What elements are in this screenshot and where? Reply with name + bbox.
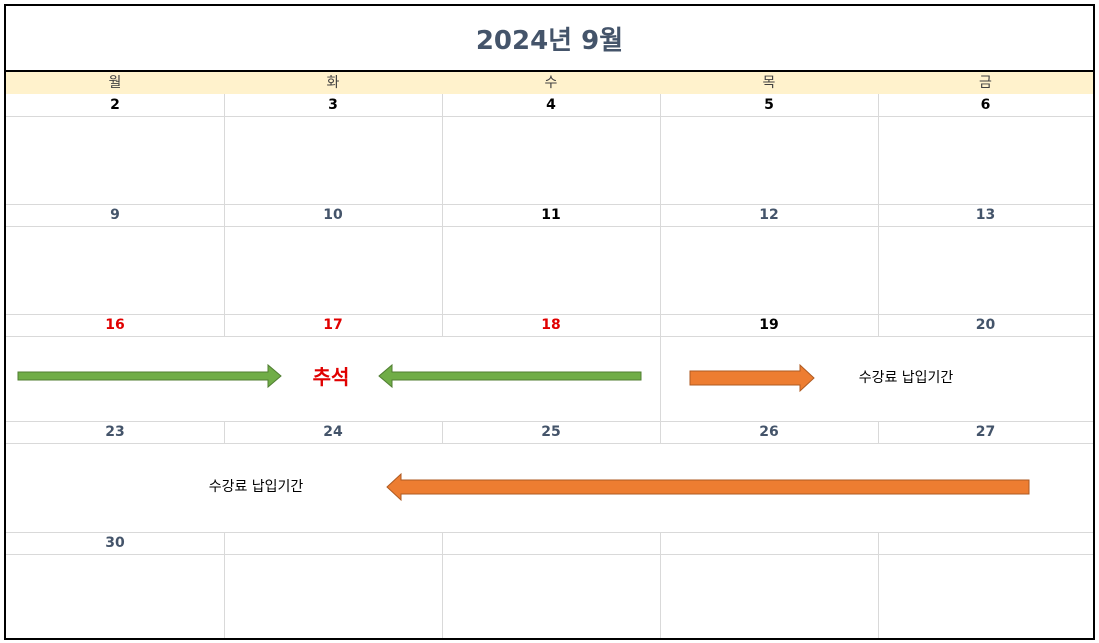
date-cell[interactable]: 13 — [878, 204, 1093, 226]
date-cell[interactable]: 9 — [6, 204, 224, 226]
weekday-header: 월 화 수 목 금 — [6, 72, 1093, 94]
date-cell[interactable] — [442, 532, 660, 554]
date-cell[interactable]: 20 — [878, 314, 1093, 336]
grid-line — [6, 116, 1093, 117]
date-cell[interactable]: 17 — [224, 314, 442, 336]
date-cell[interactable]: 6 — [878, 94, 1093, 116]
tuition-period-label: 수강료 납입기간 — [208, 479, 304, 495]
holiday-label: 추석 — [312, 365, 350, 389]
date-cell[interactable]: 2 — [6, 94, 224, 116]
weekday-mon: 월 — [108, 75, 122, 91]
date-cell[interactable]: 11 — [442, 204, 660, 226]
calendar-title: 2024년 9월 — [475, 26, 624, 56]
green-left-arrow — [378, 363, 642, 389]
date-cell[interactable]: 5 — [660, 94, 878, 116]
date-cell[interactable] — [878, 532, 1093, 554]
date-cell[interactable]: 30 — [6, 532, 224, 554]
orange-left-arrow — [386, 472, 1030, 502]
weekday-thu: 목 — [762, 75, 776, 91]
date-cell[interactable]: 25 — [442, 421, 660, 443]
date-cell[interactable]: 16 — [6, 314, 224, 336]
grid-line — [6, 554, 1093, 555]
date-cell[interactable]: 18 — [442, 314, 660, 336]
date-cell[interactable]: 19 — [660, 314, 878, 336]
date-cell[interactable]: 12 — [660, 204, 878, 226]
date-cell[interactable]: 3 — [224, 94, 442, 116]
date-cell[interactable]: 23 — [6, 421, 224, 443]
weekday-fri: 금 — [979, 75, 992, 91]
weekday-tue: 화 — [326, 75, 340, 91]
tuition-period-label: 수강료 납입기간 — [858, 370, 954, 386]
calendar-sheet: 2024년 9월 월 화 수 목 금 2 3 4 5 6 9 10 11 12 … — [4, 4, 1095, 640]
weekday-wed: 수 — [544, 75, 558, 91]
grid-line — [6, 226, 1093, 227]
date-cell[interactable] — [660, 532, 878, 554]
date-cell[interactable]: 10 — [224, 204, 442, 226]
orange-right-arrow — [689, 363, 815, 393]
green-right-arrow — [17, 363, 282, 389]
date-cell[interactable]: 4 — [442, 94, 660, 116]
date-cell[interactable]: 24 — [224, 421, 442, 443]
date-cell[interactable] — [224, 532, 442, 554]
date-cell[interactable]: 26 — [660, 421, 878, 443]
date-cell[interactable]: 27 — [878, 421, 1093, 443]
